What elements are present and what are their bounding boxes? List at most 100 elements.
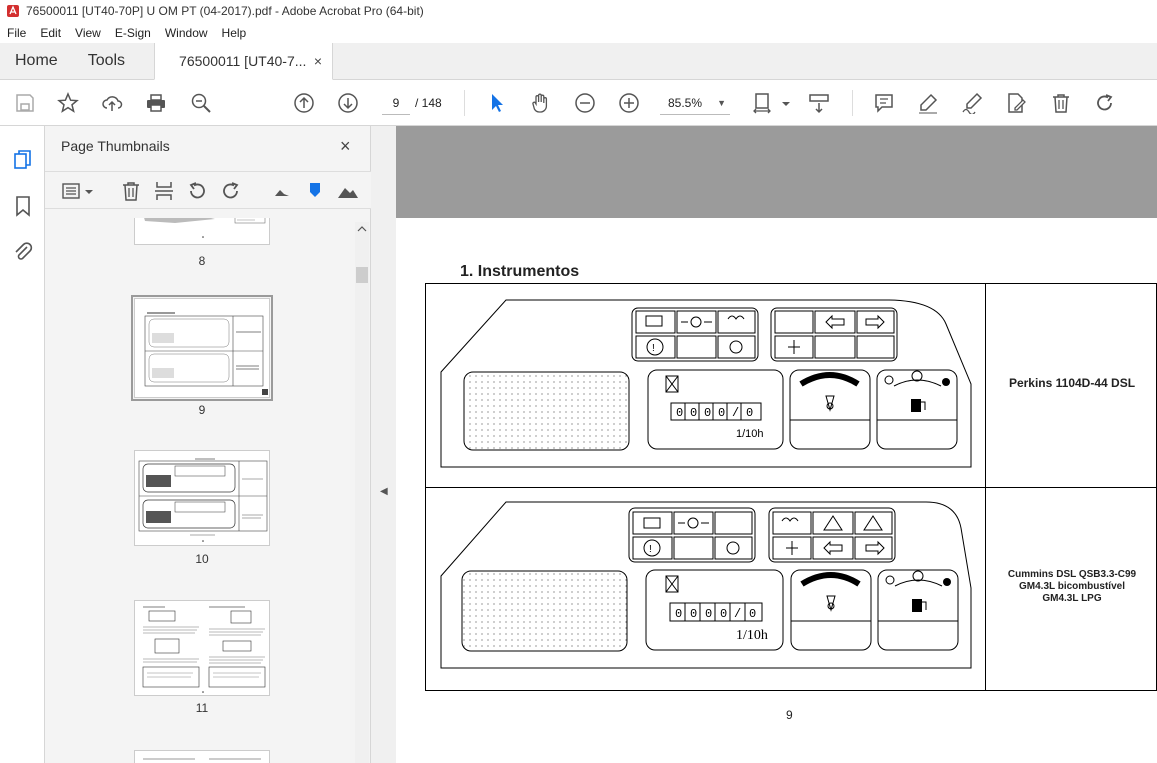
thumbnail-list: 8 9 10 11 [45,218,355,763]
rotate-left-icon[interactable] [186,180,208,202]
fit-page-icon[interactable] [752,92,774,114]
thumbnail-scrollbar[interactable] [355,222,369,763]
star-icon[interactable] [57,92,79,114]
thumbnail-page[interactable] [134,750,270,763]
highlight-icon[interactable] [917,92,939,114]
svg-text:0: 0 [690,607,697,621]
extract-page-icon[interactable] [153,180,175,202]
title-bar: 76500011 [UT40-70P] U OM PT (04-2017).pd… [0,0,1157,22]
print-icon[interactable] [145,92,167,114]
bookmark-icon[interactable] [11,194,35,218]
tab-tools[interactable]: Tools [73,43,140,79]
zoom-in-icon[interactable] [618,92,640,114]
comment-icon[interactable] [873,92,895,114]
dashboard-diagram-perkins: ! 0 0 0 0 / 0 1/10h [440,299,972,468]
engine-label-cummins: Cummins DSL QSB3.3-C99 GM4.3L bicombustí… [986,569,1157,605]
svg-text:/: / [734,607,741,621]
page-up-icon[interactable] [293,92,315,114]
chevron-down-icon: ▼ [717,98,726,108]
save-icon[interactable] [14,92,36,114]
zoom-level-select[interactable]: 85.5% ▼ [660,91,730,115]
svg-text:!: ! [652,343,655,354]
engine-label-line: GM4.3L LPG [1042,593,1102,604]
menu-esign[interactable]: E-Sign [108,26,158,40]
thumbnail-page[interactable] [134,450,270,546]
svg-text:/: / [732,406,739,420]
panel-collapse-handle[interactable]: ◀ [371,126,396,763]
svg-text:!: ! [649,544,652,555]
chevron-down-icon[interactable] [775,92,790,114]
zoom-level-value: 85.5% [668,96,703,110]
page-down-icon[interactable] [337,92,359,114]
select-arrow-icon[interactable] [486,92,508,114]
page-heading: 1. Instrumentos [460,263,580,280]
menu-file[interactable]: File [0,26,33,40]
attachment-icon[interactable] [11,240,35,264]
close-tab-icon[interactable]: × [314,53,322,69]
svg-text:0: 0 [705,607,712,621]
svg-text:0: 0 [718,406,725,420]
edit-pdf-icon[interactable] [1005,92,1027,114]
sign-icon[interactable] [961,92,983,116]
panel-title: Page Thumbnails [61,138,170,154]
tab-bar: Home Tools 76500011 [UT40-7... × [0,43,1157,80]
thumbnail-page[interactable] [134,600,270,696]
scroll-up-icon[interactable] [355,222,369,236]
rotate-right-icon[interactable] [220,180,242,202]
table-column-divider [985,284,986,690]
window-title: 76500011 [UT40-70P] U OM PT (04-2017).pd… [26,4,424,18]
svg-text:0: 0 [749,607,756,621]
engine-label-line: GM4.3L bicombustível [1019,581,1125,592]
current-page-input[interactable]: 9 [382,91,410,115]
thumbnail-page[interactable] [134,218,270,245]
options-menu-icon[interactable] [61,180,83,202]
upload-icon[interactable] [101,92,123,114]
svg-text:0: 0 [675,607,682,621]
svg-text:0: 0 [720,607,727,621]
toolbar-divider [852,90,853,116]
thumbnail-label: 10 [195,552,209,566]
delete-icon[interactable] [1050,92,1072,114]
tab-document[interactable]: 76500011 [UT40-7... × [154,43,334,80]
pdf-page: 1. Instrumentos ! 0 0 0 0 / 0 1/10h ! 0 … [396,218,1157,763]
thumbnail-page-selected[interactable] [131,295,273,401]
menu-window[interactable]: Window [158,26,215,40]
toolbar-divider [464,90,465,116]
page-thumbnails-icon[interactable] [11,148,35,172]
delete-page-icon[interactable] [120,180,142,202]
collapse-left-icon: ◀ [380,486,388,497]
thumbnail-toolbar [45,171,371,209]
total-pages: / 148 [415,96,442,110]
page-number: 9 [786,708,793,722]
engine-label-perkins: Perkins 1104D-44 DSL [1008,376,1136,390]
instrument-table: ! 0 0 0 0 / 0 1/10h ! 0 0 0 0 / 0 1/10h … [425,283,1157,691]
zoom-search-icon[interactable] [190,92,212,114]
scroll-mode-icon[interactable] [808,92,830,114]
acrobat-app-icon [7,5,19,17]
menu-bar: File Edit View E-Sign Window Help [0,22,1157,43]
hand-icon[interactable] [530,92,552,114]
thumbnail-label: 9 [198,403,206,417]
tab-home[interactable]: Home [0,43,73,79]
thumbnail-size-slider[interactable] [304,180,326,202]
svg-text:0: 0 [690,406,697,420]
thumbnail-label: 8 [198,254,206,268]
menu-help[interactable]: Help [215,26,254,40]
close-icon[interactable]: × [340,136,351,157]
thumbnail-label: 11 [195,701,209,715]
thumbnail-small-icon[interactable] [271,180,293,202]
scrollbar-thumb[interactable] [356,267,368,283]
left-rail [0,126,45,763]
svg-text:0: 0 [746,406,753,420]
svg-text:0: 0 [704,406,711,420]
thumbnails-panel: Page Thumbnails × 8 9 10 11 [45,126,371,763]
document-viewport[interactable]: 1. Instrumentos ! 0 0 0 0 / 0 1/10h ! 0 … [396,126,1157,763]
thumbnail-large-icon[interactable] [337,180,359,202]
chevron-down-icon[interactable] [84,180,94,202]
redo-icon[interactable] [1094,92,1116,114]
menu-view[interactable]: View [68,26,108,40]
engine-label-line: Cummins DSL QSB3.3-C99 [1007,569,1137,580]
svg-text:0: 0 [676,406,683,420]
menu-edit[interactable]: Edit [33,26,68,40]
zoom-out-icon[interactable] [574,92,596,114]
